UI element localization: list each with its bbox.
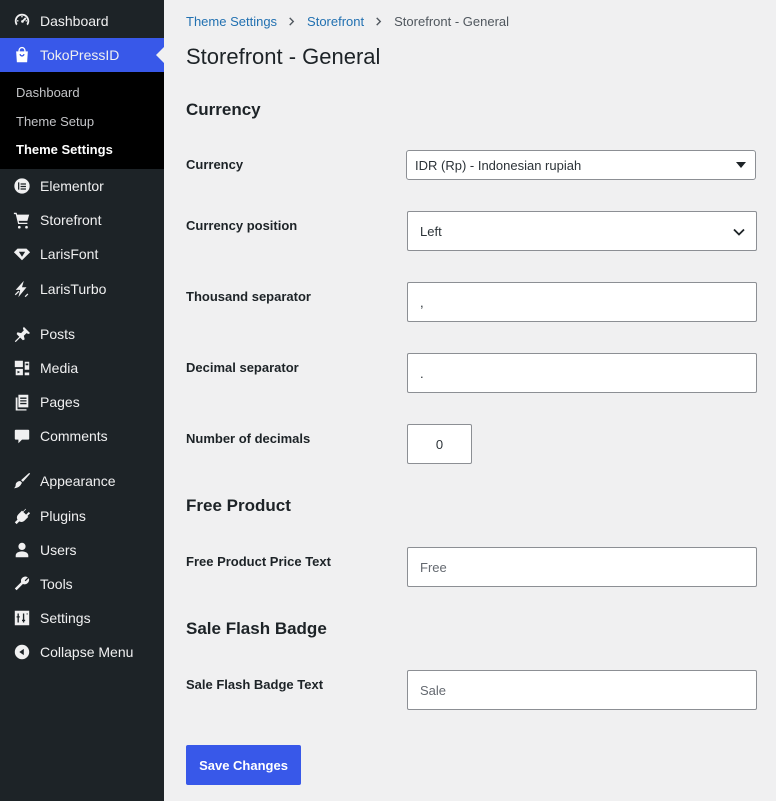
diamond-icon <box>12 244 32 264</box>
breadcrumb-theme-settings[interactable]: Theme Settings <box>186 14 277 29</box>
thousand-separator-value: , <box>420 294 424 310</box>
sale-flash-text-input[interactable]: Sale <box>407 670 757 710</box>
sidebar-item-posts[interactable]: Posts <box>0 317 164 351</box>
sidebar-item-label: Plugins <box>40 508 86 524</box>
sidebar-item-tokopressid[interactable]: TokoPressID <box>0 38 164 72</box>
sidebar-collapse-menu[interactable]: Collapse Menu <box>0 635 164 669</box>
sidebar-item-label: Settings <box>40 610 91 626</box>
number-of-decimals-value: 0 <box>435 436 444 452</box>
thousand-separator-input[interactable]: , <box>407 282 757 322</box>
sidebar-item-appearance[interactable]: Appearance <box>0 464 164 498</box>
currency-position-label: Currency position <box>186 218 298 233</box>
pages-icon <box>12 392 32 412</box>
wrench-icon <box>12 574 32 594</box>
currency-select[interactable]: IDR (Rp) - Indonesian rupiah <box>406 150 756 180</box>
section-title-sale-flash: Sale Flash Badge <box>186 619 327 638</box>
sidebar-item-plugins[interactable]: Plugins <box>0 499 164 533</box>
shopping-bag-icon <box>12 45 32 65</box>
user-icon <box>12 540 32 560</box>
sidebar-item-pages[interactable]: Pages <box>0 385 164 419</box>
pin-icon <box>12 324 32 344</box>
cart-icon <box>12 210 32 230</box>
sidebar-item-label: Collapse Menu <box>40 644 134 660</box>
submenu-item-theme-setup[interactable]: Theme Setup <box>16 114 94 129</box>
sidebar-item-laristurbo[interactable]: LarisTurbo <box>0 272 164 306</box>
submenu-item-theme-settings[interactable]: Theme Settings <box>16 142 113 157</box>
currency-label: Currency <box>186 157 244 172</box>
sidebar-item-label: Appearance <box>40 473 116 489</box>
sidebar-item-settings[interactable]: Settings <box>0 601 164 635</box>
sidebar-item-dashboard[interactable]: Dashboard <box>0 4 164 38</box>
currency-position-value: Left <box>420 223 442 239</box>
number-of-decimals-input[interactable]: 0 <box>407 424 472 464</box>
sidebar-item-label: Storefront <box>40 212 102 228</box>
number-of-decimals-label: Number of decimals <box>186 431 311 446</box>
save-changes-button[interactable]: Save Changes <box>186 745 301 785</box>
main-content: Theme Settings Storefront Storefront - G… <box>164 0 776 801</box>
media-icon <box>12 358 32 378</box>
sidebar-item-comments[interactable]: Comments <box>0 419 164 453</box>
sidebar-submenu: Dashboard Theme Setup Theme Settings <box>0 72 164 169</box>
sidebar-item-label: Media <box>40 360 79 376</box>
currency-position-select[interactable]: Left <box>407 211 757 251</box>
sidebar-item-tools[interactable]: Tools <box>0 567 164 601</box>
sidebar-item-elementor[interactable]: Elementor <box>0 169 164 203</box>
section-title-currency: Currency <box>186 100 261 119</box>
free-product-text-label: Free Product Price Text <box>186 554 331 569</box>
currency-select-value: IDR (Rp) - Indonesian rupiah <box>415 157 582 173</box>
decimal-separator-label: Decimal separator <box>186 360 299 375</box>
elementor-icon <box>12 176 32 196</box>
sidebar-item-label: Tools <box>40 576 73 592</box>
sidebar-item-media[interactable]: Media <box>0 351 164 385</box>
chevron-right-icon <box>287 17 297 26</box>
section-title-free-product: Free Product <box>186 496 291 515</box>
sidebar-item-label: TokoPressID <box>40 47 120 63</box>
sidebar-item-storefront[interactable]: Storefront <box>0 203 164 237</box>
sidebar-item-label: LarisFont <box>40 246 99 262</box>
decimal-separator-input[interactable]: . <box>407 353 757 393</box>
sidebar-item-label: LarisTurbo <box>40 281 107 297</box>
breadcrumb-current: Storefront - General <box>394 14 510 29</box>
chevron-right-icon <box>374 17 384 26</box>
admin-sidebar: Dashboard TokoPressID Dashboard Theme Se… <box>0 0 164 801</box>
caret-down-icon <box>736 162 746 168</box>
sale-flash-text-value: Sale <box>420 682 447 698</box>
submenu-item-dashboard[interactable]: Dashboard <box>16 85 80 100</box>
sidebar-item-label: Users <box>40 542 77 558</box>
sidebar-item-label: Elementor <box>40 178 104 194</box>
bolt-icon <box>12 279 32 299</box>
chevron-down-icon <box>733 228 745 236</box>
sale-flash-text-label: Sale Flash Badge Text <box>186 677 324 692</box>
sidebar-item-larisfont[interactable]: LarisFont <box>0 237 164 271</box>
sidebar-item-label: Posts <box>40 326 76 342</box>
thousand-separator-label: Thousand separator <box>186 289 311 304</box>
settings-icon <box>12 608 32 628</box>
page-title: Storefront - General <box>186 44 381 69</box>
collapse-icon <box>12 642 32 662</box>
plug-icon <box>12 506 32 526</box>
sidebar-item-label: Comments <box>40 428 108 444</box>
free-product-text-input[interactable]: Free <box>407 547 757 587</box>
brush-icon <box>12 471 32 491</box>
sidebar-item-label: Dashboard <box>40 13 109 29</box>
comment-icon <box>12 426 32 446</box>
dashboard-icon <box>12 11 32 31</box>
sidebar-item-users[interactable]: Users <box>0 533 164 567</box>
breadcrumb-storefront[interactable]: Storefront <box>307 14 364 29</box>
breadcrumb: Theme Settings Storefront Storefront - G… <box>186 14 509 29</box>
free-product-text-value: Free <box>420 559 447 575</box>
sidebar-item-label: Pages <box>40 394 80 410</box>
decimal-separator-value: . <box>420 365 424 381</box>
